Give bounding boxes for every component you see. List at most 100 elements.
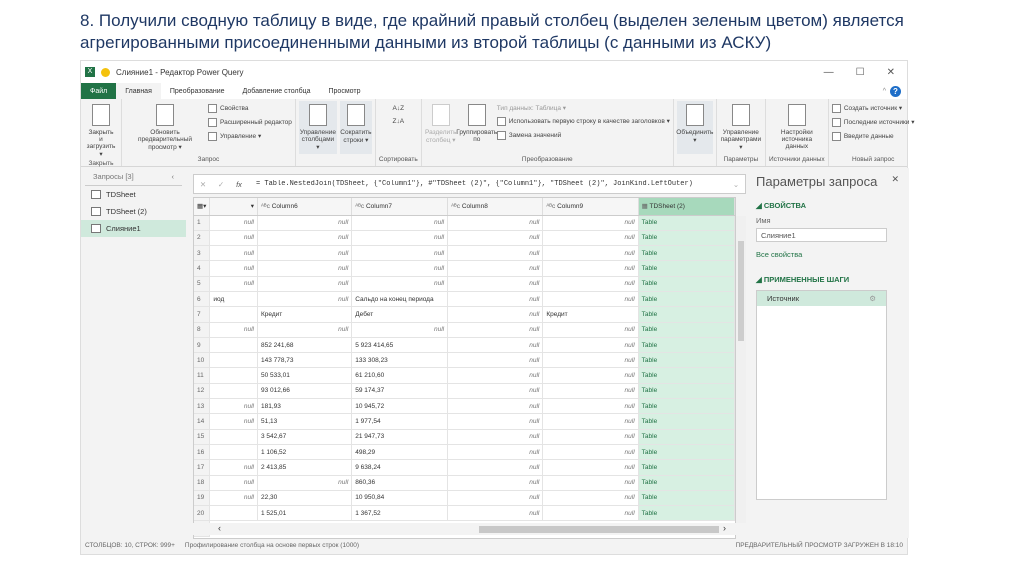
table-cell[interactable]: null — [209, 215, 258, 231]
table-cell[interactable]: Table — [638, 306, 735, 323]
table-cell[interactable]: null — [542, 429, 639, 445]
table-cell[interactable]: 10 950,84 — [351, 490, 449, 507]
table-cell[interactable]: null — [447, 245, 544, 262]
row-number[interactable]: 2 — [194, 230, 211, 247]
row-number[interactable]: 4 — [194, 260, 211, 277]
row-number[interactable]: 17 — [194, 459, 211, 476]
row-number[interactable]: 9 — [194, 337, 211, 354]
table-cell[interactable]: null — [209, 475, 258, 491]
expand-formula-button[interactable]: ⌄ — [727, 180, 745, 189]
table-cell[interactable]: 1 106,52 — [257, 444, 353, 461]
table-cell[interactable]: 9 638,24 — [351, 459, 449, 476]
enter-data-button[interactable]: Введите данные — [832, 132, 915, 141]
table-cell[interactable]: null — [257, 260, 353, 277]
table-cell[interactable]: null — [209, 322, 258, 338]
table-cell[interactable]: Table — [638, 475, 735, 491]
table-cell[interactable]: Table — [638, 444, 735, 461]
commit-formula-button[interactable]: ✓ — [212, 180, 230, 189]
close-and-load-button[interactable]: Закрыть и загрузить ▾ — [84, 101, 118, 158]
column-header[interactable]: ᴬᴮc Column8 — [447, 198, 544, 216]
table-cell[interactable]: null — [257, 322, 353, 338]
table-cell[interactable]: null — [542, 398, 639, 415]
table-cell[interactable]: null — [447, 276, 544, 292]
table-cell[interactable]: null — [209, 276, 258, 292]
table-cell[interactable]: 1 367,52 — [351, 505, 449, 522]
table-cell[interactable]: null — [542, 490, 639, 507]
scroll-left-icon[interactable]: ‹ — [218, 523, 221, 533]
table-cell[interactable]: Table — [638, 245, 735, 262]
all-properties-link[interactable]: Все свойства — [756, 250, 899, 259]
row-number[interactable]: 3 — [194, 245, 211, 262]
sort-descending-button[interactable]: Z↓A — [393, 118, 405, 125]
tab-add-column[interactable]: Добавление столбца — [234, 83, 320, 99]
table-cell[interactable]: null — [257, 230, 353, 247]
row-number[interactable]: 12 — [194, 383, 211, 400]
column-header[interactable]: ᴬᴮc Column7 — [351, 198, 449, 216]
table-cell[interactable]: null — [209, 245, 258, 262]
table-cell[interactable]: null — [542, 352, 639, 369]
tab-file[interactable]: Файл — [81, 83, 117, 99]
table-cell[interactable]: null — [351, 276, 449, 292]
help-icon[interactable]: ? — [890, 85, 901, 97]
table-cell[interactable]: null — [447, 398, 544, 415]
table-cell[interactable]: null — [542, 383, 639, 400]
row-number[interactable]: 13 — [194, 398, 211, 415]
table-cell[interactable]: Table — [638, 260, 735, 277]
row-number[interactable]: 11 — [194, 367, 211, 384]
table-cell[interactable]: 22,30 — [257, 490, 353, 507]
table-cell[interactable]: 2 413,85 — [257, 459, 353, 476]
table-cell[interactable]: null — [447, 475, 544, 491]
table-cell[interactable]: 181,93 — [257, 398, 353, 415]
table-cell[interactable]: null — [351, 245, 449, 262]
table-cell[interactable]: null — [542, 367, 639, 384]
table-cell[interactable]: 10 945,72 — [351, 398, 449, 415]
table-cell[interactable]: null — [447, 337, 544, 354]
table-cell[interactable]: null — [447, 322, 544, 338]
table-cell[interactable]: null — [447, 505, 544, 522]
close-settings-button[interactable]: ✕ — [891, 174, 899, 189]
table-cell[interactable]: null — [447, 230, 544, 247]
tab-view[interactable]: Просмотр — [320, 83, 370, 99]
table-cell[interactable]: null — [447, 260, 544, 277]
minimize-button[interactable]: — — [824, 67, 834, 78]
data-source-settings-button[interactable]: Настройки источника данных — [769, 101, 825, 154]
table-cell[interactable]: null — [447, 367, 544, 384]
advanced-editor-button[interactable]: Расширенный редактор — [208, 118, 292, 127]
table-cell[interactable]: Дебет — [351, 306, 449, 323]
query-item-tdsheet[interactable]: TDSheet — [81, 186, 186, 203]
column-header[interactable]: ▾ — [209, 198, 258, 216]
table-cell[interactable]: null — [542, 291, 639, 308]
table-cell[interactable]: 5 923 414,65 — [351, 337, 449, 354]
properties-section[interactable]: ◢ СВОЙСТВА — [756, 201, 899, 210]
table-menu-button[interactable]: ▦▾ — [194, 198, 211, 216]
table-cell[interactable] — [209, 352, 258, 369]
tab-transform[interactable]: Преобразование — [161, 83, 234, 99]
table-cell[interactable]: Table — [638, 383, 735, 400]
table-cell[interactable]: null — [209, 260, 258, 277]
table-cell[interactable]: null — [542, 444, 639, 461]
table-cell[interactable]: 852 241,68 — [257, 337, 353, 354]
table-cell[interactable] — [209, 367, 258, 384]
sort-ascending-button[interactable]: A↓Z — [393, 105, 405, 112]
vertical-scrollbar[interactable] — [736, 216, 746, 523]
feedback-smiley-icon[interactable] — [101, 67, 110, 77]
table-cell[interactable]: null — [209, 413, 258, 430]
table-cell[interactable]: null — [447, 429, 544, 445]
table-cell[interactable]: Кредит — [257, 306, 353, 323]
scroll-right-icon[interactable]: › — [723, 523, 726, 533]
row-number[interactable]: 20 — [194, 505, 211, 522]
row-number[interactable]: 18 — [194, 475, 211, 491]
profiling-status[interactable]: Профилирование столбца на основе первых … — [185, 542, 359, 549]
table-cell[interactable]: null — [351, 215, 449, 231]
table-cell[interactable]: Table — [638, 413, 735, 430]
row-number[interactable]: 7 — [194, 306, 211, 323]
cancel-formula-button[interactable]: ✕ — [194, 180, 212, 189]
table-cell[interactable]: 1 977,54 — [351, 413, 449, 430]
collapse-ribbon-icon[interactable]: ^ — [883, 88, 886, 95]
table-cell[interactable]: 59 174,37 — [351, 383, 449, 400]
row-number[interactable]: 16 — [194, 444, 211, 461]
table-cell[interactable]: 51,13 — [257, 413, 353, 430]
table-cell[interactable]: Table — [638, 490, 735, 507]
text-type-icon[interactable]: ᴬᴮc — [451, 203, 462, 210]
table-cell[interactable] — [209, 505, 258, 522]
